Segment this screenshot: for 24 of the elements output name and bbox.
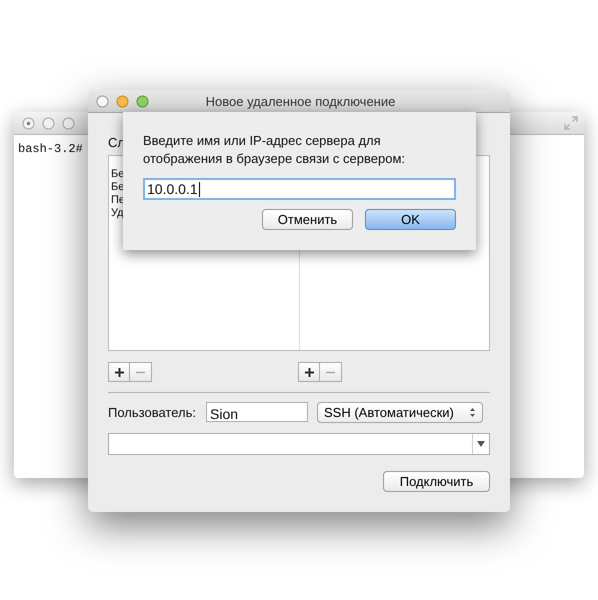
user-label: Пользователь: <box>108 404 197 420</box>
user-field[interactable]: Sion <box>206 402 308 422</box>
add-button[interactable] <box>108 362 130 382</box>
minimize-button[interactable] <box>116 94 129 108</box>
server-address-field[interactable]: 10.0.0.1 <box>143 178 456 200</box>
add-button[interactable] <box>298 362 320 382</box>
zoom-button[interactable] <box>62 116 75 130</box>
close-button[interactable] <box>22 116 35 130</box>
close-button[interactable] <box>96 94 109 108</box>
fullscreen-icon[interactable] <box>564 116 578 130</box>
zoom-button[interactable] <box>136 94 149 108</box>
protocol-popup[interactable]: SSH (Автоматически) <box>317 402 483 422</box>
ok-button[interactable]: OK <box>365 209 456 230</box>
plus-icon <box>304 368 314 376</box>
plus-icon <box>114 368 124 376</box>
cancel-button[interactable]: Отменить <box>262 209 353 230</box>
stepper-icon <box>469 406 476 418</box>
minimize-button[interactable] <box>42 116 55 130</box>
dropdown-arrow-icon[interactable] <box>477 441 485 447</box>
sheet-message: Введите имя или IP-адрес сервера для отображения в браузере связи с сервером: <box>143 132 406 168</box>
terminal-prompt: bash-3.2# <box>18 142 83 156</box>
list-item[interactable]: Уд <box>111 207 124 220</box>
connect-button[interactable]: Подключить <box>383 471 490 492</box>
window-title: Новое удаленное подключение <box>204 94 396 108</box>
